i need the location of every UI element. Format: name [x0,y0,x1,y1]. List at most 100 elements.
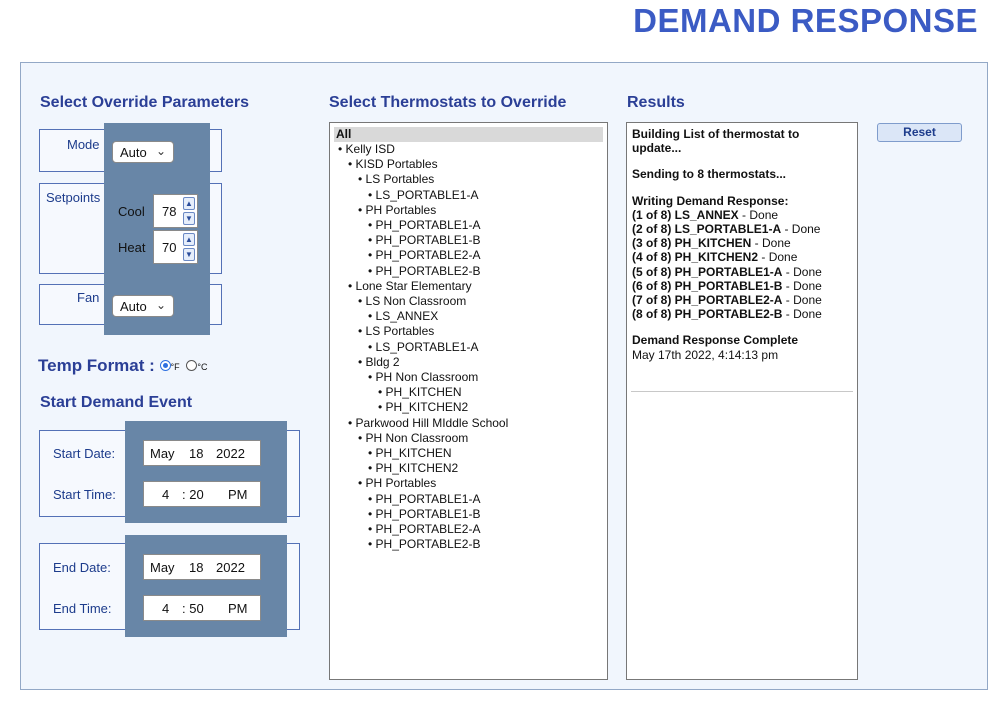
result-entry: (6 of 8) PH_PORTABLE1-B - Done [632,279,852,293]
result-entry-status: - Done [738,207,779,222]
tree-item[interactable]: • PH_PORTABLE1-A [330,218,607,233]
result-entry-status: - Done [781,222,821,237]
tree-item-all[interactable]: All [334,127,603,142]
tree-item[interactable]: • PH_KITCHEN2 [330,400,607,415]
tree-item[interactable]: • PH Portables [330,476,607,491]
end-time-input[interactable]: 4 : 50 PM [143,595,261,621]
chevron-down-icon[interactable]: ▼ [183,248,195,261]
result-entry-name: (6 of 8) PH_PORTABLE1-B [632,278,783,293]
tree-item[interactable]: • LS Portables [330,172,607,187]
start-highlight [125,421,287,523]
chevron-down-icon: ⌄ [155,298,166,312]
tree-item[interactable]: • PH_PORTABLE1-B [330,507,607,522]
tree-item[interactable]: • Bldg 2 [330,355,607,370]
heat-value: 70 [162,240,177,255]
heat-setpoint-stepper[interactable]: 70 ▲ ▼ [153,230,198,264]
end-ampm: PM [228,601,248,616]
end-day: 18 [189,560,204,575]
result-entry-status: - Done [782,278,822,293]
radio-celsius[interactable] [186,360,198,372]
chevron-up-icon[interactable]: ▲ [183,197,195,210]
tree-item[interactable]: • Lone Star Elementary [330,279,607,294]
tree-item[interactable]: • PH_KITCHEN [330,385,607,400]
start-time-input[interactable]: 4 : 20 PM [143,481,261,507]
tree-item[interactable]: • PH_PORTABLE2-A [330,522,607,537]
result-entry-name: (2 of 8) LS_PORTABLE1-A [632,222,782,237]
tree-item[interactable]: • PH Non Classroom [330,370,607,385]
unit-fahrenheit: °F [170,361,180,372]
tree-item[interactable]: • LS_ANNEX [330,309,607,324]
cool-setpoint-stepper[interactable]: 78 ▲ ▼ [153,194,198,228]
result-entry-name: (8 of 8) PH_PORTABLE2-B [632,307,783,322]
result-entry-name: (4 of 8) PH_KITCHEN2 [632,250,759,265]
result-entry-name: (3 of 8) PH_KITCHEN [632,236,752,251]
result-entry: (2 of 8) LS_PORTABLE1-A - Done [632,222,852,236]
results-timestamp: May 17th 2022, 4:14:13 pm [632,347,779,362]
tree-items: • Kelly ISD • KISD Portables • LS Portable… [330,142,607,552]
result-entry: (5 of 8) PH_PORTABLE1-A - Done [632,265,852,279]
reset-button[interactable]: Reset [877,123,962,142]
tree-item[interactable]: • PH Portables [330,203,607,218]
radio-fahrenheit[interactable] [159,360,171,372]
temp-format-label: Temp Format : [38,356,155,375]
end-year: 2022 [216,560,245,575]
result-entry-status: - Done [758,250,798,265]
start-date-input[interactable]: May 18 2022 [143,440,261,466]
tree-item[interactable]: • PH_PORTABLE2-B [330,264,607,279]
chevron-down-icon[interactable]: ▼ [183,212,195,225]
tree-item[interactable]: • PH_PORTABLE2-B [330,537,607,552]
override-section-title: Select Override Parameters [40,94,250,111]
chevron-up-icon[interactable]: ▲ [183,233,195,246]
start-year: 2022 [216,446,245,461]
tree-item[interactable]: • PH_PORTABLE1-A [330,492,607,507]
unit-celsius: °C [197,361,208,372]
fan-select[interactable]: Auto ⌄ [112,295,174,317]
result-entry: (1 of 8) LS_ANNEX - Done [632,208,852,222]
tree-item[interactable]: • Kelly ISD [330,142,607,157]
results-building-line2: update... [632,141,682,156]
start-date-label: Start Date: [53,446,116,461]
tree-item[interactable]: • LS Portables [330,324,607,339]
end-date-label: End Date: [53,560,111,575]
results-entries: (1 of 8) LS_ANNEX - Done (2 of 8) LS_PORT… [632,208,852,322]
tree-item[interactable]: • KISD Portables [330,157,607,172]
end-date-input[interactable]: May 18 2022 [143,554,261,580]
start-month: May [150,446,175,461]
cool-value: 78 [162,204,177,219]
mode-label: Mode [67,137,100,152]
tree-item[interactable]: • Parkwood Hill MIddle School [330,416,607,431]
results-writing: Writing Demand Response: [632,193,789,208]
thermostat-tree: All • Kelly ISD • KISD Portables • LS Port… [329,122,608,680]
result-entry-status: - Done [751,236,791,251]
result-entry: (4 of 8) PH_KITCHEN2 - Done [632,250,852,264]
heat-label: Heat [118,240,146,255]
start-hour: 4 [162,487,170,502]
fan-value: Auto [120,299,147,314]
end-month: May [150,560,175,575]
results-sending: Sending to 8 thermostats... [632,167,787,182]
tree-item[interactable]: • LS_PORTABLE1-A [330,340,607,355]
tree-item[interactable]: • LS_PORTABLE1-A [330,188,607,203]
result-entry: (3 of 8) PH_KITCHEN - Done [632,236,852,250]
chevron-down-icon: ⌄ [155,144,166,158]
thermostats-section-title: Select Thermostats to Override [329,94,567,111]
tree-item[interactable]: • PH_PORTABLE2-A [330,248,607,263]
fan-label: Fan [77,290,100,305]
tree-item[interactable]: • PH_PORTABLE1-B [330,233,607,248]
results-divider [631,391,853,392]
mode-select[interactable]: Auto ⌄ [112,141,174,163]
setpoints-label: Setpoints [46,190,101,205]
result-entry-name: (5 of 8) PH_PORTABLE1-A [632,264,783,279]
start-day: 18 [189,446,204,461]
cool-label: Cool [118,204,145,219]
tree-item[interactable]: • PH Non Classroom [330,431,607,446]
temp-format: Temp Format : °F °C [38,356,210,376]
end-highlight [125,535,287,637]
end-hour: 4 [162,601,170,616]
results-complete: Demand Response Complete [632,333,799,348]
tree-item[interactable]: • PH_KITCHEN [330,446,607,461]
tree-item[interactable]: • PH_KITCHEN2 [330,461,607,476]
tree-item[interactable]: • LS Non Classroom [330,294,607,309]
start-time-label: Start Time: [53,487,116,502]
result-entry-status: - Done [782,264,822,279]
